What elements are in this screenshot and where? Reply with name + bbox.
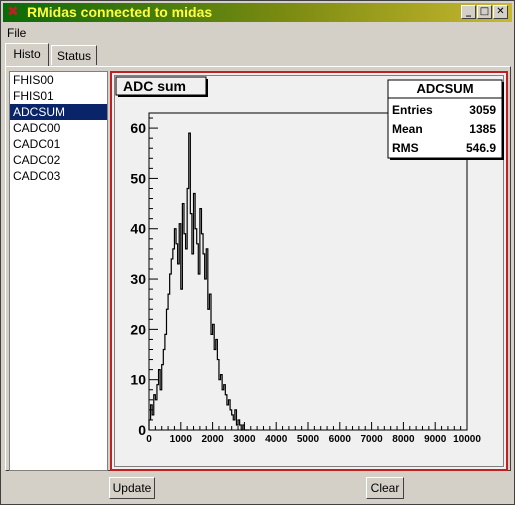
tab-status[interactable]: Status <box>51 45 97 65</box>
x-tick-label: 5000 <box>297 434 320 445</box>
stats-mean-value: 1385 <box>469 122 496 136</box>
tab-histo[interactable]: Histo <box>5 43 49 66</box>
y-axis: 0 10 20 30 40 50 60 <box>130 117 158 438</box>
histogram-list[interactable]: FHIS00 FHIS01 ADCSUM CADC00 CADC01 CADC0… <box>9 71 108 471</box>
list-item-cadc01[interactable]: CADC01 <box>10 136 107 152</box>
clear-button[interactable]: Clear <box>366 477 404 499</box>
close-button[interactable]: ✕ <box>493 5 508 19</box>
maximize-icon: □ <box>479 6 490 17</box>
update-button[interactable]: Update <box>109 477 155 499</box>
minimize-icon: _ <box>466 6 471 17</box>
y-tick-label: 60 <box>130 120 146 136</box>
list-item-fhis00[interactable]: FHIS00 <box>10 72 107 88</box>
window-title: RMidas connected to midas <box>27 4 213 20</box>
x-tick-label: 9000 <box>424 434 447 445</box>
x-tick-label: 0 <box>146 434 152 445</box>
y-tick-label: 40 <box>130 221 146 237</box>
main-window: ✖ RMidas connected to midas _ □ ✕ File H… <box>0 0 515 505</box>
plot-frame <box>148 112 468 431</box>
x-tick-label: 6000 <box>329 434 352 445</box>
minimize-button[interactable]: _ <box>461 5 476 19</box>
stats-rms-label: RMS <box>392 141 419 155</box>
y-tick-label: 30 <box>130 271 146 287</box>
stats-name: ADCSUM <box>416 81 473 96</box>
x-tick-label: 2000 <box>201 434 224 445</box>
stats-box: ADCSUM Entries 3059 Mean 1385 RMS 546.9 <box>387 79 504 160</box>
x-tick-label: 7000 <box>360 434 383 445</box>
chart-title: ADC sum <box>123 78 186 94</box>
list-item-adcsum[interactable]: ADCSUM <box>10 104 107 120</box>
list-item-fhis01[interactable]: FHIS01 <box>10 88 107 104</box>
x-tick-label: 3000 <box>233 434 256 445</box>
stats-rms-value: 546.9 <box>466 141 496 155</box>
bottom-button-bar: Update Clear <box>1 473 514 503</box>
x-axis: 0 1000 2000 3000 4000 5000 6000 7000 8000 9000 100… <box>146 422 481 445</box>
histogram-series-line <box>148 132 250 431</box>
list-item-cadc02[interactable]: CADC02 <box>10 152 107 168</box>
x-tick-label: 10000 <box>453 434 481 445</box>
close-icon: ✕ <box>496 6 505 17</box>
stats-entries-label: Entries <box>392 103 433 117</box>
list-item-cadc03[interactable]: CADC03 <box>10 168 107 184</box>
x-tick-label: 4000 <box>265 434 288 445</box>
chart-title-box: ADC sum <box>115 76 208 97</box>
y-tick-label: 0 <box>138 422 146 438</box>
stats-entries-value: 3059 <box>469 103 496 117</box>
maximize-button[interactable]: □ <box>477 5 492 19</box>
histogram-plot: ADC sum 0 1000 2000 3000 4000 5000 6000 7000 800… <box>115 76 504 445</box>
y-tick-label: 10 <box>130 372 146 388</box>
menu-bar: File <box>7 25 26 41</box>
title-bar[interactable]: ✖ RMidas connected to midas _ □ ✕ <box>3 3 512 22</box>
histogram-canvas[interactable]: ADC sum 0 1000 2000 3000 4000 5000 6000 7000 800… <box>110 71 508 471</box>
stats-mean-label: Mean <box>392 122 423 136</box>
y-tick-label: 20 <box>130 321 146 337</box>
x-app-icon[interactable]: ✖ <box>7 4 21 20</box>
x-tick-label: 8000 <box>392 434 415 445</box>
menu-file[interactable]: File <box>7 26 26 40</box>
y-tick-label: 50 <box>130 170 146 186</box>
x-tick-label: 1000 <box>170 434 193 445</box>
list-item-cadc00[interactable]: CADC00 <box>10 120 107 136</box>
